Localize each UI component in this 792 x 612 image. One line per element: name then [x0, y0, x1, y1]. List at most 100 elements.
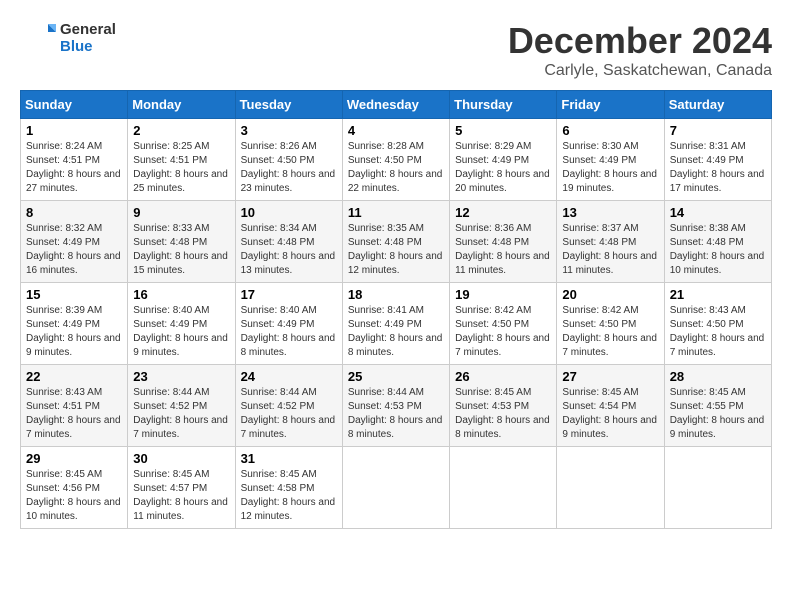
day-number: 8 — [26, 205, 122, 220]
day-cell-4: 4 Sunrise: 8:28 AM Sunset: 4:50 PM Dayli… — [342, 119, 449, 201]
day-cell-22: 22 Sunrise: 8:43 AM Sunset: 4:51 PM Dayl… — [21, 365, 128, 447]
day-cell-31: 31 Sunrise: 8:45 AM Sunset: 4:58 PM Dayl… — [235, 447, 342, 529]
day-number: 23 — [133, 369, 229, 384]
day-number: 12 — [455, 205, 551, 220]
day-cell-24: 24 Sunrise: 8:44 AM Sunset: 4:52 PM Dayl… — [235, 365, 342, 447]
day-info: Sunrise: 8:36 AM Sunset: 4:48 PM Dayligh… — [455, 222, 551, 278]
week-row-1: 1 Sunrise: 8:24 AM Sunset: 4:51 PM Dayli… — [21, 119, 772, 201]
day-number: 27 — [562, 369, 658, 384]
day-cell-12: 12 Sunrise: 8:36 AM Sunset: 4:48 PM Dayl… — [450, 201, 557, 283]
day-info: Sunrise: 8:44 AM Sunset: 4:52 PM Dayligh… — [133, 386, 229, 442]
day-info: Sunrise: 8:43 AM Sunset: 4:50 PM Dayligh… — [670, 304, 766, 360]
day-cell-27: 27 Sunrise: 8:45 AM Sunset: 4:54 PM Dayl… — [557, 365, 664, 447]
day-number: 26 — [455, 369, 551, 384]
day-info: Sunrise: 8:45 AM Sunset: 4:57 PM Dayligh… — [133, 468, 229, 524]
header-tuesday: Tuesday — [235, 91, 342, 119]
calendar-subtitle: Carlyle, Saskatchewan, Canada — [508, 62, 772, 80]
logo-blue: Blue — [60, 38, 116, 55]
day-info: Sunrise: 8:30 AM Sunset: 4:49 PM Dayligh… — [562, 140, 658, 196]
day-cell-6: 6 Sunrise: 8:30 AM Sunset: 4:49 PM Dayli… — [557, 119, 664, 201]
header-monday: Monday — [128, 91, 235, 119]
day-cell-26: 26 Sunrise: 8:45 AM Sunset: 4:53 PM Dayl… — [450, 365, 557, 447]
day-info: Sunrise: 8:32 AM Sunset: 4:49 PM Dayligh… — [26, 222, 122, 278]
day-number: 5 — [455, 123, 551, 138]
day-info: Sunrise: 8:33 AM Sunset: 4:48 PM Dayligh… — [133, 222, 229, 278]
day-number: 22 — [26, 369, 122, 384]
week-row-4: 22 Sunrise: 8:43 AM Sunset: 4:51 PM Dayl… — [21, 365, 772, 447]
day-number: 7 — [670, 123, 766, 138]
day-info: Sunrise: 8:28 AM Sunset: 4:50 PM Dayligh… — [348, 140, 444, 196]
header-saturday: Saturday — [664, 91, 771, 119]
day-cell-13: 13 Sunrise: 8:37 AM Sunset: 4:48 PM Dayl… — [557, 201, 664, 283]
day-cell-18: 18 Sunrise: 8:41 AM Sunset: 4:49 PM Dayl… — [342, 283, 449, 365]
logo-general: General — [60, 21, 116, 38]
day-number: 30 — [133, 451, 229, 466]
day-info: Sunrise: 8:44 AM Sunset: 4:53 PM Dayligh… — [348, 386, 444, 442]
day-number: 18 — [348, 287, 444, 302]
day-info: Sunrise: 8:26 AM Sunset: 4:50 PM Dayligh… — [241, 140, 337, 196]
day-info: Sunrise: 8:45 AM Sunset: 4:58 PM Dayligh… — [241, 468, 337, 524]
day-info: Sunrise: 8:45 AM Sunset: 4:56 PM Dayligh… — [26, 468, 122, 524]
day-info: Sunrise: 8:31 AM Sunset: 4:49 PM Dayligh… — [670, 140, 766, 196]
day-info: Sunrise: 8:29 AM Sunset: 4:49 PM Dayligh… — [455, 140, 551, 196]
logo: General Blue — [20, 20, 116, 56]
day-info: Sunrise: 8:41 AM Sunset: 4:49 PM Dayligh… — [348, 304, 444, 360]
calendar-table: SundayMondayTuesdayWednesdayThursdayFrid… — [20, 90, 772, 529]
day-number: 19 — [455, 287, 551, 302]
empty-cell — [557, 447, 664, 529]
day-number: 15 — [26, 287, 122, 302]
day-number: 16 — [133, 287, 229, 302]
day-info: Sunrise: 8:38 AM Sunset: 4:48 PM Dayligh… — [670, 222, 766, 278]
header-friday: Friday — [557, 91, 664, 119]
day-cell-5: 5 Sunrise: 8:29 AM Sunset: 4:49 PM Dayli… — [450, 119, 557, 201]
day-info: Sunrise: 8:42 AM Sunset: 4:50 PM Dayligh… — [562, 304, 658, 360]
day-info: Sunrise: 8:45 AM Sunset: 4:54 PM Dayligh… — [562, 386, 658, 442]
empty-cell — [664, 447, 771, 529]
day-info: Sunrise: 8:34 AM Sunset: 4:48 PM Dayligh… — [241, 222, 337, 278]
day-info: Sunrise: 8:37 AM Sunset: 4:48 PM Dayligh… — [562, 222, 658, 278]
day-cell-2: 2 Sunrise: 8:25 AM Sunset: 4:51 PM Dayli… — [128, 119, 235, 201]
header-wednesday: Wednesday — [342, 91, 449, 119]
day-number: 9 — [133, 205, 229, 220]
empty-cell — [450, 447, 557, 529]
day-cell-15: 15 Sunrise: 8:39 AM Sunset: 4:49 PM Dayl… — [21, 283, 128, 365]
day-cell-1: 1 Sunrise: 8:24 AM Sunset: 4:51 PM Dayli… — [21, 119, 128, 201]
day-number: 21 — [670, 287, 766, 302]
day-info: Sunrise: 8:43 AM Sunset: 4:51 PM Dayligh… — [26, 386, 122, 442]
day-number: 1 — [26, 123, 122, 138]
day-number: 17 — [241, 287, 337, 302]
day-number: 6 — [562, 123, 658, 138]
day-info: Sunrise: 8:39 AM Sunset: 4:49 PM Dayligh… — [26, 304, 122, 360]
header-sunday: Sunday — [21, 91, 128, 119]
day-info: Sunrise: 8:42 AM Sunset: 4:50 PM Dayligh… — [455, 304, 551, 360]
day-cell-16: 16 Sunrise: 8:40 AM Sunset: 4:49 PM Dayl… — [128, 283, 235, 365]
day-cell-19: 19 Sunrise: 8:42 AM Sunset: 4:50 PM Dayl… — [450, 283, 557, 365]
week-row-2: 8 Sunrise: 8:32 AM Sunset: 4:49 PM Dayli… — [21, 201, 772, 283]
day-info: Sunrise: 8:35 AM Sunset: 4:48 PM Dayligh… — [348, 222, 444, 278]
day-number: 29 — [26, 451, 122, 466]
day-cell-21: 21 Sunrise: 8:43 AM Sunset: 4:50 PM Dayl… — [664, 283, 771, 365]
day-cell-28: 28 Sunrise: 8:45 AM Sunset: 4:55 PM Dayl… — [664, 365, 771, 447]
day-number: 20 — [562, 287, 658, 302]
day-cell-8: 8 Sunrise: 8:32 AM Sunset: 4:49 PM Dayli… — [21, 201, 128, 283]
day-cell-7: 7 Sunrise: 8:31 AM Sunset: 4:49 PM Dayli… — [664, 119, 771, 201]
day-cell-14: 14 Sunrise: 8:38 AM Sunset: 4:48 PM Dayl… — [664, 201, 771, 283]
header-thursday: Thursday — [450, 91, 557, 119]
week-row-3: 15 Sunrise: 8:39 AM Sunset: 4:49 PM Dayl… — [21, 283, 772, 365]
day-number: 10 — [241, 205, 337, 220]
day-cell-3: 3 Sunrise: 8:26 AM Sunset: 4:50 PM Dayli… — [235, 119, 342, 201]
day-number: 13 — [562, 205, 658, 220]
day-info: Sunrise: 8:25 AM Sunset: 4:51 PM Dayligh… — [133, 140, 229, 196]
day-info: Sunrise: 8:45 AM Sunset: 4:55 PM Dayligh… — [670, 386, 766, 442]
day-cell-20: 20 Sunrise: 8:42 AM Sunset: 4:50 PM Dayl… — [557, 283, 664, 365]
day-number: 2 — [133, 123, 229, 138]
day-cell-11: 11 Sunrise: 8:35 AM Sunset: 4:48 PM Dayl… — [342, 201, 449, 283]
day-cell-23: 23 Sunrise: 8:44 AM Sunset: 4:52 PM Dayl… — [128, 365, 235, 447]
day-number: 25 — [348, 369, 444, 384]
day-info: Sunrise: 8:40 AM Sunset: 4:49 PM Dayligh… — [241, 304, 337, 360]
page-header: General Blue December 2024 Carlyle, Sask… — [20, 20, 772, 80]
day-cell-17: 17 Sunrise: 8:40 AM Sunset: 4:49 PM Dayl… — [235, 283, 342, 365]
week-row-5: 29 Sunrise: 8:45 AM Sunset: 4:56 PM Dayl… — [21, 447, 772, 529]
day-cell-25: 25 Sunrise: 8:44 AM Sunset: 4:53 PM Dayl… — [342, 365, 449, 447]
day-number: 14 — [670, 205, 766, 220]
